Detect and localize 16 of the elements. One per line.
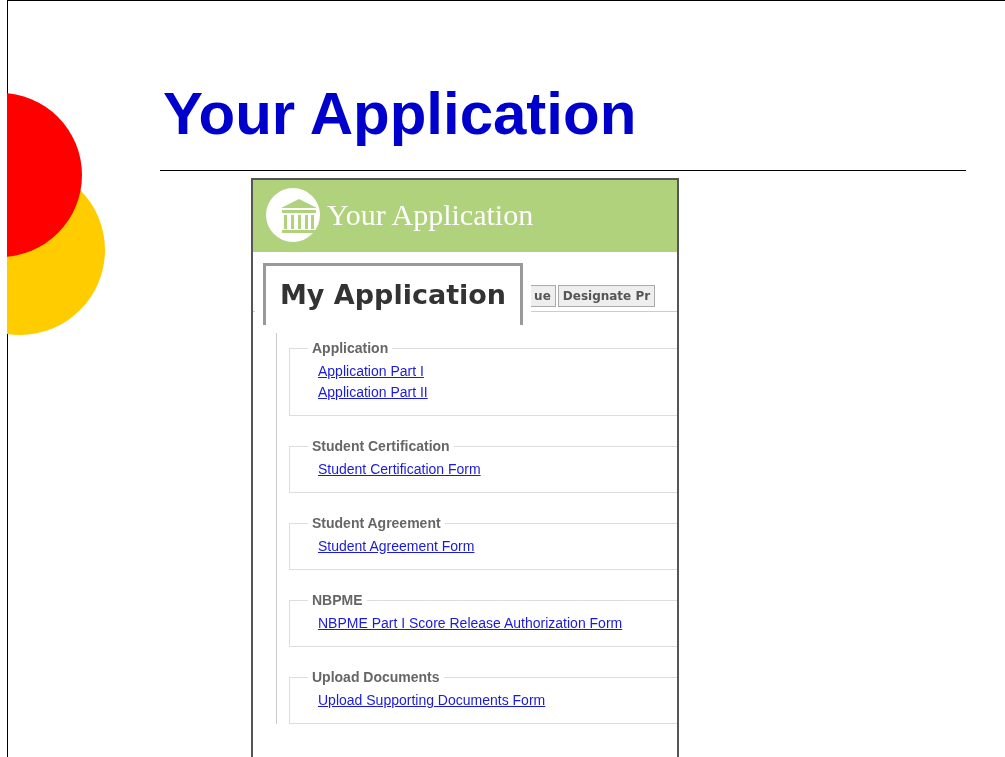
form-link[interactable]: Upload Supporting Documents Form — [318, 690, 546, 711]
header-title: Your Application — [327, 200, 534, 230]
form-link[interactable]: Application Part II — [318, 382, 428, 403]
section-legend: Application — [308, 338, 393, 359]
form-link[interactable]: Student Agreement Form — [318, 536, 475, 557]
tab[interactable]: Designate Pr — [557, 285, 656, 307]
form-link[interactable]: Application Part I — [318, 361, 424, 382]
section-legend: Student Certification — [308, 436, 454, 457]
slide-title: Your Application — [162, 79, 638, 149]
section-legend: Student Agreement — [308, 513, 445, 534]
building-icon — [265, 188, 321, 242]
tab[interactable]: ue — [529, 285, 556, 307]
form-link[interactable]: Student Certification Form — [318, 459, 481, 480]
form-link[interactable]: NBPME Part I Score Release Authorization Form — [318, 613, 623, 634]
section-legend: Upload Documents — [308, 667, 444, 688]
section-legend: NBPME — [308, 590, 367, 611]
